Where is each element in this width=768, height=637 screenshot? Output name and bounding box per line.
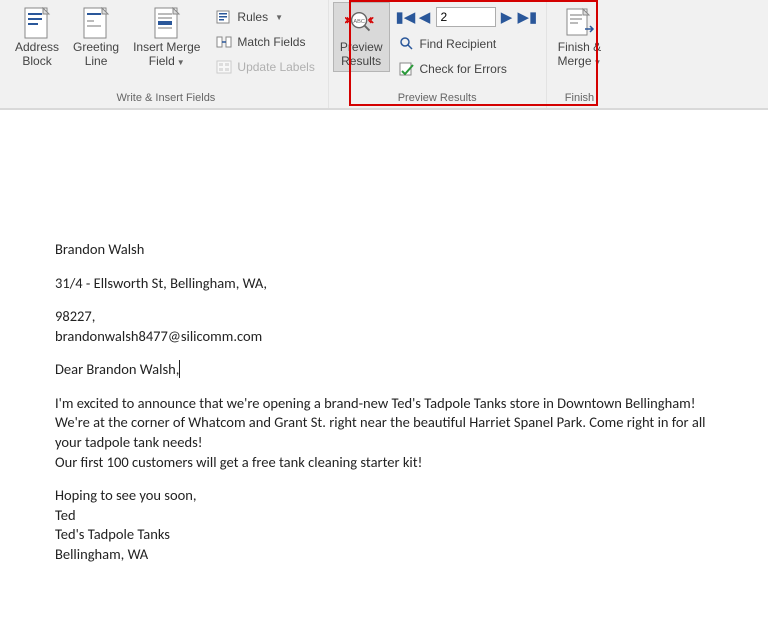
greeting-line-icon: [80, 7, 112, 39]
document-page: Brandon Walsh 31/4 - Ellsworth St, Belli…: [0, 110, 768, 604]
greeting-line-button[interactable]: Greeting Line: [66, 2, 126, 72]
address-block-button[interactable]: Address Block: [8, 2, 66, 72]
doc-body-1: I'm excited to announce that we're openi…: [55, 394, 708, 453]
update-labels-label: Update Labels: [237, 60, 314, 74]
finish-merge-icon: [563, 7, 595, 39]
insert-merge-field-icon: [151, 7, 183, 39]
insert-merge-field-label: Insert Merge Field▼: [133, 41, 200, 69]
preview-results-icon: ABC: [345, 7, 377, 39]
group-label-preview-results: Preview Results: [333, 89, 542, 108]
doc-sig-2: Ted's Tadpole Tanks: [55, 525, 708, 545]
first-record-button[interactable]: ▮◀: [396, 8, 414, 26]
find-recipient-icon: [399, 36, 415, 52]
group-write-insert-fields: Address Block Greeting Line Insert Merge…: [0, 0, 329, 108]
svg-text:ABC: ABC: [353, 19, 365, 25]
match-fields-button[interactable]: Match Fields: [209, 31, 321, 53]
doc-salutation: Dear Brandon Walsh,​: [55, 360, 708, 380]
ribbon: Address Block Greeting Line Insert Merge…: [0, 0, 768, 110]
finish-merge-button[interactable]: Finish & Merge▼: [551, 2, 609, 72]
doc-address: 31/4 - Ellsworth St, Bellingham, WA,: [55, 274, 708, 294]
doc-zip: 98227,: [55, 307, 708, 327]
match-fields-label: Match Fields: [237, 35, 305, 49]
insert-merge-field-button[interactable]: Insert Merge Field▼: [126, 2, 207, 72]
group-label-write-insert: Write & Insert Fields: [8, 89, 324, 108]
preview-results-label: Preview Results: [340, 41, 383, 69]
doc-name: Brandon Walsh: [55, 240, 708, 260]
doc-closing: Hoping to see you soon,: [55, 486, 708, 506]
group-preview-results: ABC Preview Results ▮◀ ◀ ▶ ▶▮ Find Recip…: [329, 0, 547, 108]
group-label-finish: Finish: [551, 89, 609, 108]
doc-email: brandonwalsh8477@silicomm.com: [55, 327, 708, 347]
rules-label: Rules: [237, 10, 268, 24]
check-for-errors-label: Check for Errors: [420, 62, 507, 76]
previous-record-button[interactable]: ◀: [416, 8, 434, 26]
greeting-line-label: Greeting Line: [73, 41, 119, 69]
doc-sig-1: Ted: [55, 506, 708, 526]
last-record-button[interactable]: ▶▮: [518, 8, 536, 26]
preview-results-button[interactable]: ABC Preview Results: [333, 2, 390, 72]
text-cursor: ​: [179, 360, 180, 378]
dropdown-icon: ▼: [275, 13, 283, 22]
check-for-errors-icon: [399, 61, 415, 77]
rules-button[interactable]: Rules ▼: [209, 6, 321, 28]
finish-merge-label: Finish & Merge▼: [558, 41, 602, 69]
update-labels-icon: [216, 59, 232, 75]
find-recipient-button[interactable]: Find Recipient: [392, 33, 540, 55]
rules-icon: [216, 9, 232, 25]
address-block-label: Address Block: [15, 41, 59, 69]
next-record-button[interactable]: ▶: [498, 8, 516, 26]
doc-sig-3: Bellingham, WA: [55, 545, 708, 565]
address-block-icon: [21, 7, 53, 39]
group-finish: Finish & Merge▼ Finish: [547, 0, 613, 108]
doc-body-2: Our first 100 customers will get a free …: [55, 453, 708, 473]
record-number-input[interactable]: [436, 7, 496, 27]
match-fields-icon: [216, 34, 232, 50]
check-for-errors-button[interactable]: Check for Errors: [392, 58, 540, 80]
update-labels-button: Update Labels: [209, 56, 321, 78]
find-recipient-label: Find Recipient: [420, 37, 497, 51]
